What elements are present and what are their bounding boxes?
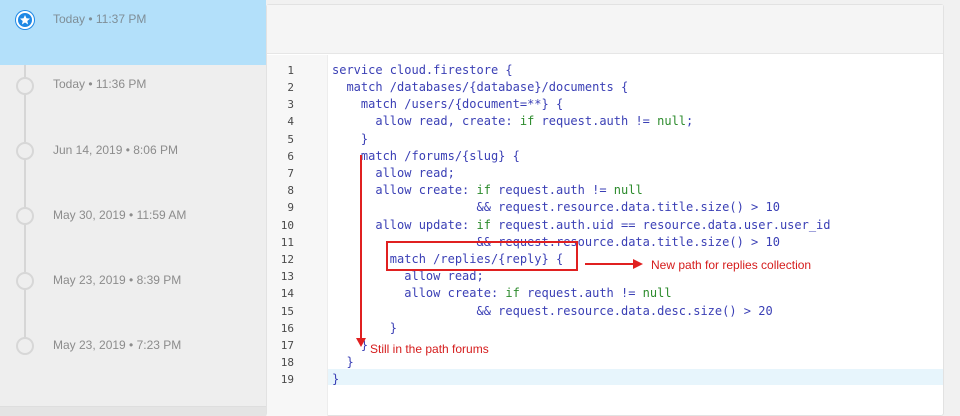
code-line-8: allow create: if request.auth != null	[332, 182, 643, 199]
timeline-dot-icon	[16, 77, 34, 95]
line-number: 10	[280, 219, 294, 232]
line-number: 9	[287, 201, 294, 214]
rules-editor-panel: 1 2 3 4 5 6 7 8 9 10 11 12 13 14 15 16 1…	[266, 4, 944, 416]
line-number: 12	[280, 253, 294, 266]
line-number: 7	[287, 167, 294, 180]
code-text: && request.resource.data.title.size() > …	[332, 200, 780, 214]
code-line-2: match /databases/{database}/documents {	[332, 79, 628, 96]
timeline-dot-icon	[16, 272, 34, 290]
code-line-1: service cloud.firestore {	[332, 62, 513, 79]
line-number: 19	[280, 373, 294, 386]
line-number: 2	[287, 81, 294, 94]
code-keyword: if	[505, 286, 520, 300]
code-text: && request.resource.data.desc.size() > 2…	[332, 304, 773, 318]
code-text: allow create:	[332, 183, 477, 197]
line-number: 3	[287, 98, 294, 111]
line-number: 5	[287, 133, 294, 146]
code-line-14: allow create: if request.auth != null	[332, 285, 672, 302]
code-keyword: null	[657, 114, 687, 128]
line-number: 1	[287, 64, 294, 77]
code-text: request.auth.uid == resource.data.user.u…	[490, 218, 831, 232]
code-text: ;	[686, 114, 694, 128]
code-text: service cloud.firestore {	[332, 63, 513, 77]
code-keyword: if	[476, 218, 491, 232]
star-icon	[16, 11, 34, 29]
arrow-right-icon	[633, 259, 643, 269]
code-line-7: allow read;	[332, 165, 455, 182]
code-text: allow create:	[332, 286, 506, 300]
timeline-dot-icon	[16, 207, 34, 225]
line-number: 16	[280, 322, 294, 335]
replies-callout-arrow	[585, 263, 635, 265]
line-number: 4	[287, 115, 294, 128]
code-line-16: }	[332, 320, 397, 337]
version-item-5[interactable]: May 23, 2019 • 8:39 PM	[0, 266, 266, 331]
current-line-highlight	[328, 369, 943, 385]
line-number: 15	[280, 305, 294, 318]
code-line-18: }	[332, 354, 354, 371]
code-keyword: if	[476, 183, 491, 197]
version-timestamp: May 23, 2019 • 7:23 PM	[53, 338, 182, 352]
code-keyword: if	[519, 114, 535, 128]
code-line-9: && request.resource.data.title.size() > …	[332, 199, 780, 216]
annotation-replies: New path for replies collection	[651, 258, 812, 272]
code-line-4: allow read, create: if request.auth != n…	[332, 113, 693, 130]
version-item-2[interactable]: Today • 11:36 PM	[0, 70, 266, 135]
version-history-sidebar: Today • 11:37 PM Today • 11:36 PM Jun 14…	[0, 0, 266, 416]
editor-header	[267, 5, 943, 54]
version-timestamp: Today • 11:36 PM	[53, 77, 147, 91]
code-line-10: allow update: if request.auth.uid == res…	[332, 217, 831, 234]
code-text: request.auth !=	[519, 286, 643, 300]
timeline-dot-icon	[16, 142, 34, 160]
code-text: allow update:	[332, 218, 477, 232]
version-item-3[interactable]: Jun 14, 2019 • 8:06 PM	[0, 136, 266, 201]
annotation-forums: Still in the path forums	[370, 342, 489, 356]
version-timestamp: Today • 11:37 PM	[53, 12, 147, 26]
version-timestamp: May 23, 2019 • 8:39 PM	[53, 273, 182, 287]
code-line-3: match /users/{document=**} {	[332, 96, 563, 113]
version-item-4[interactable]: May 30, 2019 • 11:59 AM	[0, 201, 266, 266]
code-text: request.auth !=	[490, 183, 614, 197]
version-item-1[interactable]: Today • 11:37 PM	[0, 0, 266, 65]
line-number: 18	[280, 356, 294, 369]
code-keyword: null	[642, 286, 672, 300]
code-text: }	[332, 132, 369, 146]
line-number: 13	[280, 270, 294, 283]
code-text: }	[332, 321, 398, 335]
line-number: 17	[280, 339, 294, 352]
forums-scope-arrow	[360, 155, 362, 342]
timeline-dot-icon	[16, 337, 34, 355]
code-text: request.auth !=	[534, 114, 658, 128]
code-text: allow read;	[332, 166, 455, 180]
code-text: allow read, create:	[332, 114, 520, 128]
code-text: match /databases/{database}/documents {	[332, 80, 629, 94]
line-number: 11	[280, 236, 294, 249]
arrow-down-icon	[356, 338, 366, 347]
line-number-gutter: 1 2 3 4 5 6 7 8 9 10 11 12 13 14 15 16 1…	[267, 55, 328, 416]
code-text: allow read;	[332, 269, 484, 283]
sidebar-footer	[0, 406, 266, 416]
replies-highlight-box	[386, 241, 578, 271]
version-item-6[interactable]: May 23, 2019 • 7:23 PM	[0, 331, 266, 396]
code-text: match /users/{document=**} {	[332, 97, 564, 111]
version-timestamp: May 30, 2019 • 11:59 AM	[53, 208, 187, 222]
line-number: 8	[287, 184, 294, 197]
code-line-15: && request.resource.data.desc.size() > 2…	[332, 303, 773, 320]
code-line-5: }	[332, 131, 368, 148]
code-text: }	[332, 355, 354, 369]
version-timestamp: Jun 14, 2019 • 8:06 PM	[53, 143, 178, 157]
line-number: 14	[280, 287, 294, 300]
code-keyword: null	[613, 183, 643, 197]
line-number: 6	[287, 150, 294, 163]
code-text: }	[332, 372, 340, 386]
code-line-19: }	[332, 371, 339, 388]
